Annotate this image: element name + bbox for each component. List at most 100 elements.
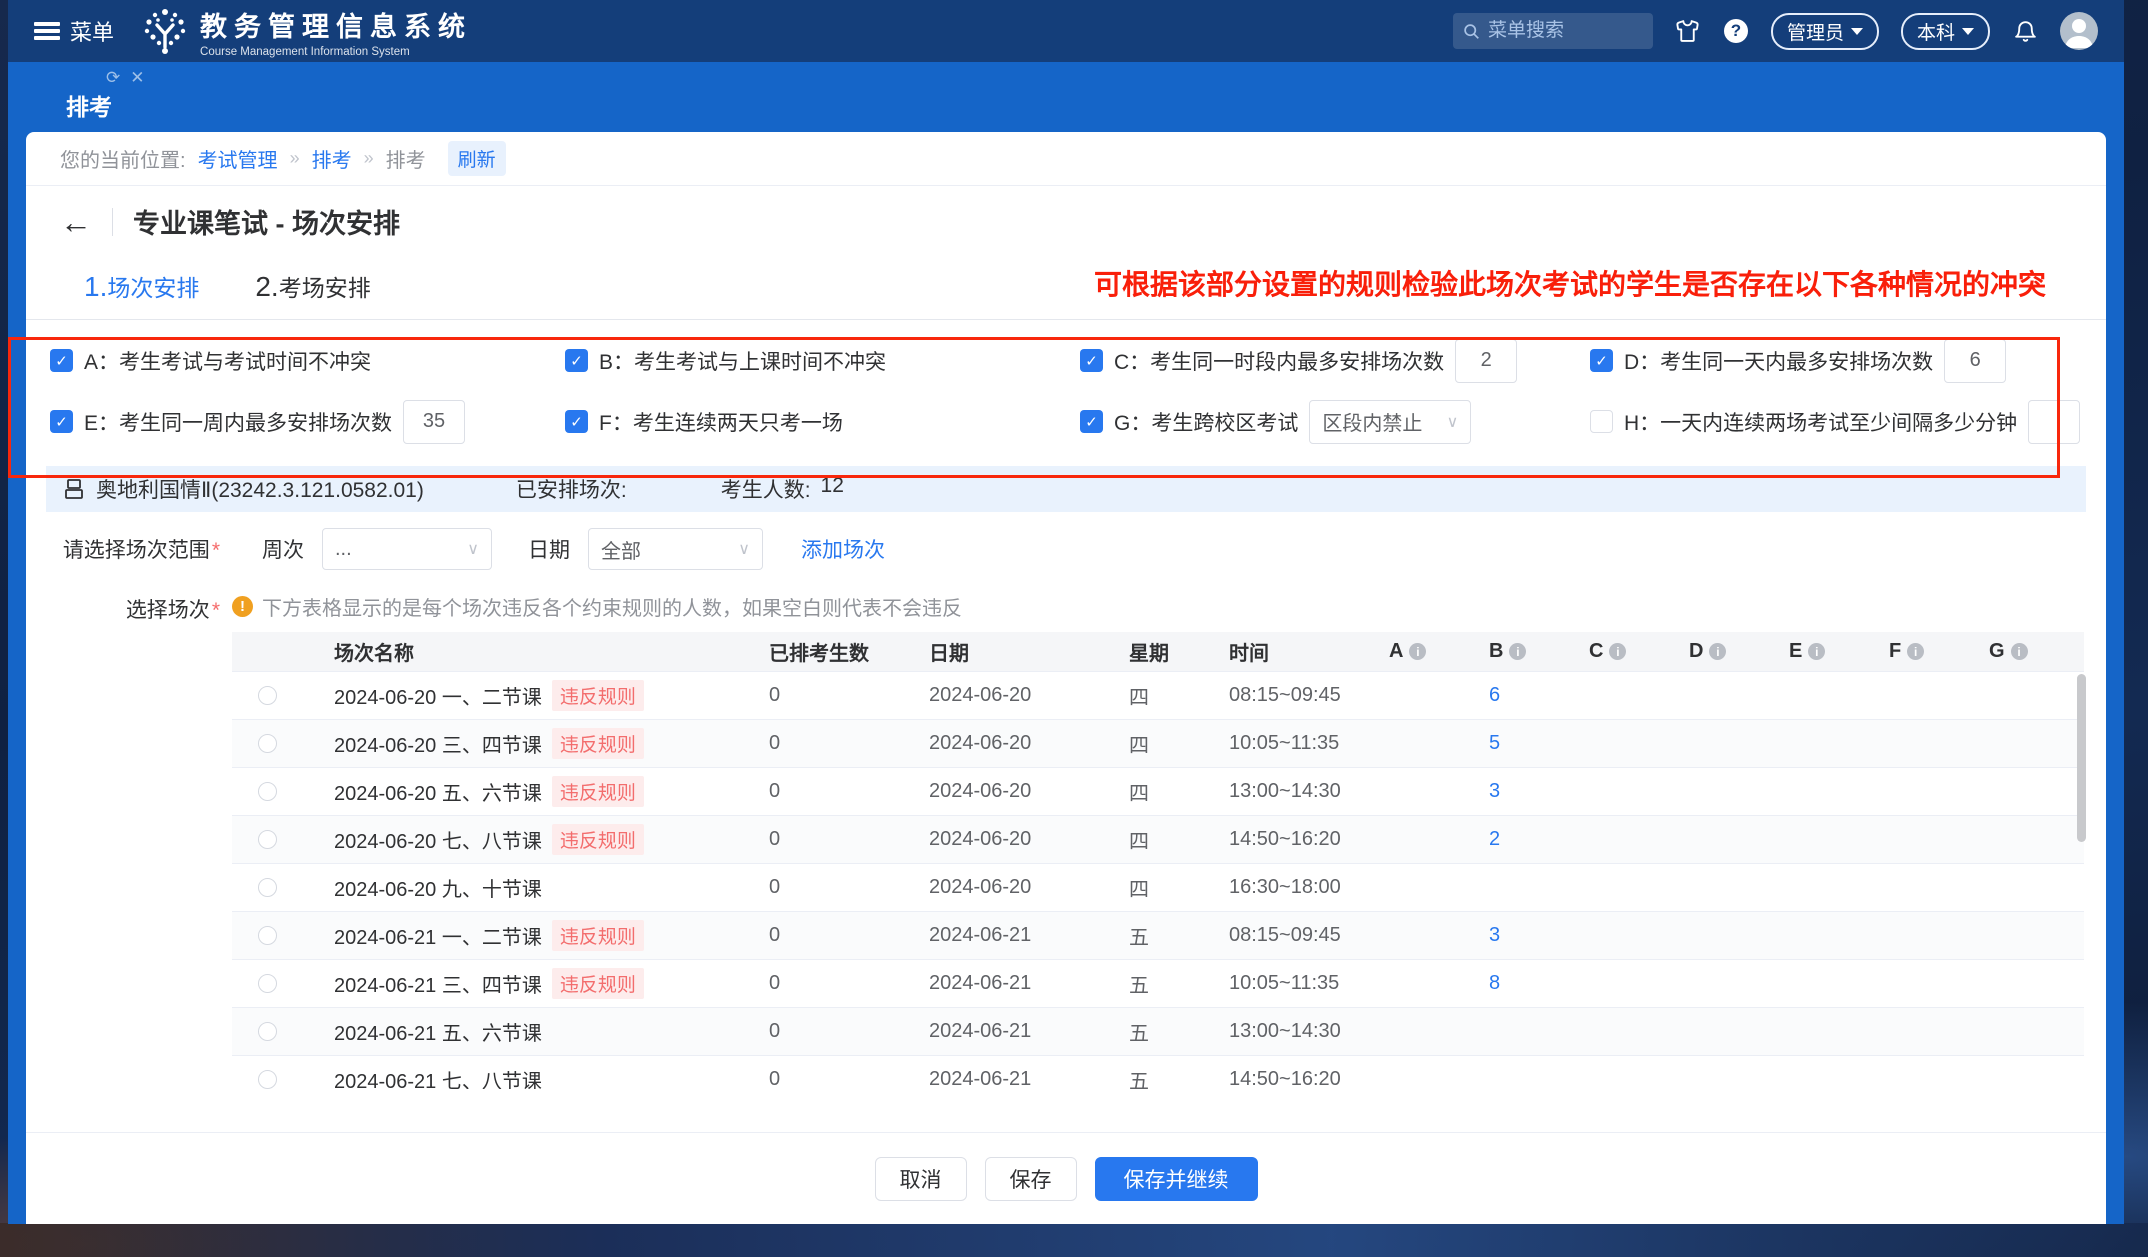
rule-violation-count[interactable]: 5: [1489, 732, 1500, 755]
info-icon[interactable]: i: [1509, 643, 1526, 660]
tab-close-icon[interactable]: ✕: [130, 68, 144, 88]
tab-refresh-icon[interactable]: ⟳: [106, 68, 120, 88]
row-radio[interactable]: [258, 1022, 277, 1041]
date-cell: 2024-06-20: [917, 732, 1117, 755]
browser-window: 菜单 教务管理信息系统 Course Management Informatio…: [8, 0, 2124, 1224]
row-radio[interactable]: [258, 1070, 277, 1089]
menu-search-input[interactable]: [1488, 20, 1638, 42]
cancel-button[interactable]: 取消: [875, 1157, 967, 1201]
radio-cell: [232, 974, 302, 993]
info-icon[interactable]: i: [1709, 643, 1726, 660]
rule-label: F：考生连续两天只考一场: [599, 407, 843, 437]
week-cell: 五: [1117, 1065, 1217, 1089]
rule-checkbox[interactable]: ✓: [1590, 349, 1613, 372]
rule-violation-count[interactable]: 2: [1489, 828, 1500, 851]
header-rule-A: Ai: [1377, 640, 1477, 663]
info-icon[interactable]: i: [1409, 643, 1426, 660]
row-radio[interactable]: [258, 782, 277, 801]
rule-number-input[interactable]: 2: [1455, 339, 1517, 383]
search-icon: [1463, 23, 1480, 40]
row-radio[interactable]: [258, 734, 277, 753]
menu-label[interactable]: 菜单: [70, 15, 114, 47]
bell-icon[interactable]: [2012, 18, 2038, 44]
time-cell: 14:50~16:20: [1217, 828, 1377, 851]
rule-checkbox[interactable]: ✓: [50, 349, 73, 372]
rule-checkbox[interactable]: ✓: [565, 410, 588, 433]
help-icon[interactable]: ?: [1723, 18, 1749, 44]
count-cell: 0: [747, 684, 917, 707]
breadcrumb-link-exam-management[interactable]: 考试管理: [198, 144, 278, 173]
add-session-link[interactable]: 添加场次: [801, 534, 885, 564]
table-scrollbar[interactable]: [2077, 674, 2086, 1084]
table-row: 2024-06-20 一、二节课违反规则02024-06-20四08:15~09…: [232, 672, 2084, 720]
hamburger-menu-icon[interactable]: [34, 22, 60, 40]
breadcrumb-current: 排考: [386, 144, 426, 173]
rule-value-B: 8: [1477, 972, 1577, 995]
rule-violation-count[interactable]: 6: [1489, 684, 1500, 707]
rule-number-input[interactable]: 35: [403, 400, 465, 444]
date-cell: 2024-06-20: [917, 684, 1117, 707]
rule-label: H：一天内连续两场考试至少间隔多少分钟: [1624, 407, 2017, 437]
chevron-down-icon: ∨: [1447, 412, 1459, 432]
session-name: 2024-06-21 三、四节课: [334, 969, 542, 998]
rule-value-B: 5: [1477, 732, 1577, 755]
rule-item: ✓D：考生同一天内最多安排场次数6: [1590, 330, 2106, 391]
rule-number-input[interactable]: [2028, 400, 2080, 444]
rule-violation-count[interactable]: 3: [1489, 780, 1500, 803]
rule-checkbox[interactable]: ✓: [565, 349, 588, 372]
step-session-arrangement[interactable]: 1.场次安排: [84, 269, 199, 303]
week-cell: 五: [1117, 969, 1217, 998]
course-name: 奥地利国情Ⅱ(23242.3.121.0582.01): [96, 474, 424, 504]
rule-checkbox[interactable]: ✓: [50, 410, 73, 433]
rule-checkbox[interactable]: ✓: [1080, 410, 1103, 433]
page-title-row: ← 专业课笔试 - 场次安排: [26, 186, 2106, 247]
table-row: 2024-06-20 五、六节课违反规则02024-06-20四13:00~14…: [232, 768, 2084, 816]
row-radio[interactable]: [258, 878, 277, 897]
row-radio[interactable]: [258, 686, 277, 705]
rule-checkbox[interactable]: [1590, 410, 1613, 433]
session-name: 2024-06-20 九、十节课: [334, 873, 542, 902]
rule-select[interactable]: 区段内禁止∨: [1309, 400, 1471, 444]
header-rule-E: Ei: [1777, 640, 1877, 663]
row-radio[interactable]: [258, 926, 277, 945]
back-arrow-icon[interactable]: ←: [60, 206, 92, 238]
table-row: 2024-06-20 七、八节课违反规则02024-06-20四14:50~16…: [232, 816, 2084, 864]
table-row: 2024-06-21 五、六节课02024-06-21五13:00~14:30: [232, 1008, 2084, 1056]
save-button[interactable]: 保存: [985, 1157, 1077, 1201]
info-icon[interactable]: i: [2011, 643, 2028, 660]
week-select[interactable]: ...∨: [322, 528, 492, 570]
rule-number-input[interactable]: 6: [1944, 339, 2006, 383]
menu-search[interactable]: [1453, 13, 1653, 49]
date-select[interactable]: 全部∨: [588, 528, 763, 570]
row-radio[interactable]: [258, 830, 277, 849]
row-radio[interactable]: [258, 974, 277, 993]
campus-dropdown[interactable]: 本科: [1901, 13, 1990, 50]
info-icon[interactable]: i: [1609, 643, 1626, 660]
header-rule-F: Fi: [1877, 640, 1977, 663]
violation-badge: 违反规则: [552, 920, 644, 951]
header-cell: 已排考生数: [747, 637, 917, 666]
session-name-cell: 2024-06-21 三、四节课违反规则: [302, 968, 747, 999]
theme-shirt-icon[interactable]: [1675, 18, 1701, 44]
rule-violation-count[interactable]: 8: [1489, 972, 1500, 995]
info-icon[interactable]: i: [1808, 643, 1825, 660]
session-name-cell: 2024-06-20 一、二节课违反规则: [302, 680, 747, 711]
table-body: 2024-06-20 一、二节课违反规则02024-06-20四08:15~09…: [232, 672, 2084, 1089]
session-range-row: 请选择场次范围* 周次 ...∨ 日期 全部∨ 添加场次: [26, 512, 2106, 584]
rule-value-B: 3: [1477, 924, 1577, 947]
step-room-arrangement[interactable]: 2.考场安排: [255, 269, 370, 303]
violation-badge: 违反规则: [552, 968, 644, 999]
role-dropdown[interactable]: 管理员: [1771, 13, 1879, 50]
save-continue-button[interactable]: 保存并继续: [1095, 1157, 1258, 1201]
chevron-down-icon: [1851, 28, 1863, 35]
tab-exam-scheduling[interactable]: 排考: [66, 88, 112, 122]
refresh-button[interactable]: 刷新: [448, 141, 506, 176]
rule-checkbox[interactable]: ✓: [1080, 349, 1103, 372]
scrollbar-thumb[interactable]: [2077, 674, 2086, 842]
breadcrumb-link-exam-scheduling[interactable]: 排考: [312, 144, 352, 173]
user-avatar[interactable]: [2060, 12, 2098, 50]
rule-item: ✓C：考生同一时段内最多安排场次数2: [1080, 330, 1590, 391]
info-icon[interactable]: i: [1907, 643, 1924, 660]
week-cell: 四: [1117, 729, 1217, 758]
rule-violation-count[interactable]: 3: [1489, 924, 1500, 947]
